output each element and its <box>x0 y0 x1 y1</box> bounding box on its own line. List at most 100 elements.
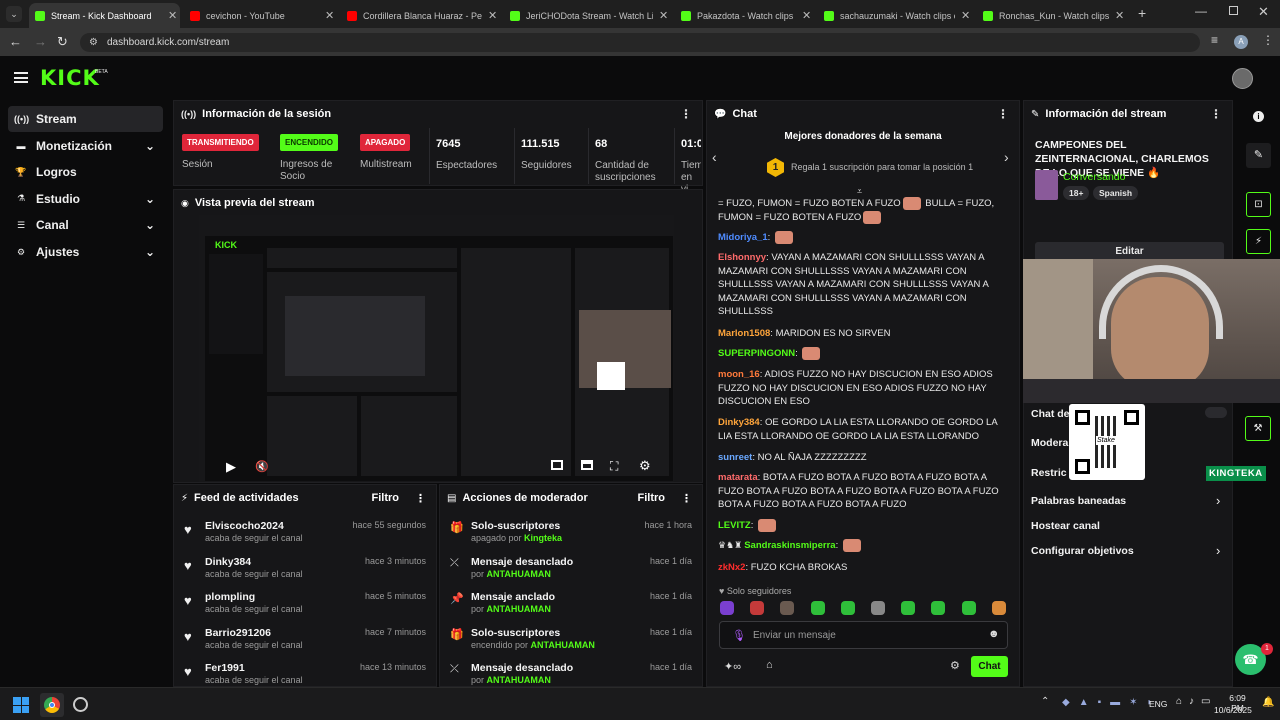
chat-badges-icon[interactable]: ✦∞ <box>724 660 741 673</box>
quick-emote-icon[interactable] <box>780 601 795 615</box>
donors-next-button[interactable]: › <box>1004 149 1009 165</box>
url-field[interactable]: ⚙ dashboard.kick.com/stream <box>80 33 1200 52</box>
tab-close-icon[interactable]: ✕ <box>1115 9 1127 22</box>
chat-message[interactable]: matarata: BOTA A FUZO BOTA A FUZO BOTA A… <box>718 471 1008 512</box>
feed-row[interactable]: ♥ Elviscocho2024 acaba de seguir el canal h… <box>180 520 432 556</box>
settings-gear-icon[interactable]: ⚙ <box>639 458 651 474</box>
sidebar-item-ajustes[interactable]: ⚙ Ajustes ⌄ <box>8 239 163 265</box>
tab-search-button[interactable]: ⌄ <box>6 6 22 22</box>
wrench-tool-button[interactable]: ⚒ <box>1245 416 1271 441</box>
chat-message[interactable]: LEVITZ: <box>718 519 1008 533</box>
sidebar-item-logros[interactable]: 🏆 Logros <box>8 159 163 185</box>
chat-username[interactable]: Marlon1508 <box>718 328 770 339</box>
toggle-icon[interactable] <box>1205 407 1227 418</box>
stream-option-1[interactable]: Modera <box>1031 437 1068 449</box>
tab-close-icon[interactable]: ✕ <box>325 9 337 22</box>
mod-action-row[interactable]: 🎁 Solo-suscriptores apagado por Kingteka ha… <box>446 520 698 556</box>
browser-tab[interactable]: sachauzumaki - Watch clips on ✕ <box>818 3 973 28</box>
minimize-button[interactable]: — <box>1195 4 1207 18</box>
quick-emote-icon[interactable] <box>871 601 885 615</box>
stream-option-0[interactable]: Chat de <box>1031 408 1070 420</box>
quick-emote-icon[interactable] <box>810 601 825 615</box>
restore-button[interactable] <box>1229 6 1238 15</box>
hamburger-menu-icon[interactable] <box>14 72 28 83</box>
chat-message[interactable]: sunreet: NO AL ÑAJA ZZZZZZZZZ <box>718 451 1008 465</box>
user-avatar[interactable] <box>1232 68 1253 89</box>
quick-emote-icon[interactable] <box>840 601 855 615</box>
pip-icon[interactable] <box>551 460 563 470</box>
mic-icon[interactable]: 🎙 <box>732 629 746 642</box>
theater-icon[interactable] <box>581 460 593 470</box>
moderator-name[interactable]: ANTAHUAMAN <box>487 569 551 579</box>
chat-username[interactable]: Midoriya_1 <box>718 232 768 243</box>
moderator-name[interactable]: ANTAHUAMAN <box>487 675 551 685</box>
close-window-button[interactable]: ✕ <box>1258 4 1269 20</box>
moderator-name[interactable]: Kingteka <box>524 533 562 543</box>
chat-username[interactable]: SUPERPINGONN <box>718 348 795 359</box>
browser-tab[interactable]: Stream - Kick Dashboard ✕ <box>29 3 180 28</box>
chat-message[interactable]: Midoriya_1: <box>718 231 1008 245</box>
tab-close-icon[interactable]: ✕ <box>802 9 814 22</box>
browser-tab[interactable]: Cordillera Blanca Huaraz - Perú ✕ <box>341 3 500 28</box>
tab-close-icon[interactable]: ✕ <box>168 9 180 22</box>
profile-avatar[interactable]: A <box>1234 35 1248 49</box>
moderator-name[interactable]: ANTAHUAMAN <box>531 640 595 650</box>
feed-row[interactable]: ♥ Dinky384 acaba de seguir el canal hace 3 … <box>180 556 432 592</box>
play-button[interactable]: ▶ <box>226 459 236 475</box>
chat-username[interactable]: moon_16 <box>718 369 760 380</box>
menu-kebab-icon[interactable]: ⋮ <box>1262 33 1274 47</box>
stream-option-2[interactable]: Restric <box>1031 467 1067 479</box>
chat-message[interactable]: Elshonnyy: VAYAN A MAZAMARI CON SHULLLSS… <box>718 251 1008 319</box>
tab-close-icon[interactable]: ✕ <box>488 9 500 22</box>
kick-logo[interactable]: KICK <box>40 66 100 90</box>
mod-action-row[interactable]: ⤫ Mensaje desanclado por ANTAHUAMAN hace 1 … <box>446 556 698 592</box>
chat-username[interactable]: Sandraskinsmiperra <box>744 540 835 551</box>
gift-icon[interactable]: ⌂ <box>766 659 773 671</box>
tray-app-icons[interactable]: ◆▲▪▬✶◗ <box>1062 697 1162 708</box>
stream-option-4[interactable]: Hostear canal <box>1031 520 1100 532</box>
chat-input[interactable]: 🎙 Enviar un mensaje ☻ <box>719 621 1008 649</box>
forward-icon[interactable]: → <box>34 34 47 49</box>
chat-menu-icon[interactable]: ⋮ <box>997 107 1009 121</box>
chrome-taskbar-icon[interactable] <box>40 693 64 717</box>
tab-close-icon[interactable]: ✕ <box>659 9 671 22</box>
sidebar-item-canal[interactable]: ☰ Canal ⌄ <box>8 212 163 238</box>
mute-icon[interactable]: 🔇 <box>255 460 269 473</box>
feed-row[interactable]: ♥ Barrio291206 acaba de seguir el canal hac… <box>180 627 432 663</box>
chat-message[interactable]: ♛♞♜ Sandraskinsmiperra: <box>718 539 1008 553</box>
new-tab-button[interactable]: + <box>1138 5 1146 21</box>
browser-tab[interactable]: Ronchas_Kun - Watch clips on ✕ <box>977 3 1127 28</box>
windows-start-icon[interactable] <box>13 697 29 713</box>
browser-tab[interactable]: JeriCHODota Stream - Watch Li ✕ <box>504 3 671 28</box>
chat-message[interactable]: SUPERPINGONN: <box>718 347 1008 361</box>
stream-option-3[interactable]: Palabras baneadas <box>1031 495 1126 507</box>
tab-close-icon[interactable]: ✕ <box>961 9 973 22</box>
chat-username[interactable]: matarata <box>718 472 758 483</box>
stream-info-menu-icon[interactable]: ⋮ <box>1210 107 1222 121</box>
sidebar-item-monetización[interactable]: ▬ Monetización ⌄ <box>8 133 163 159</box>
quick-emote-icon[interactable] <box>991 601 1006 615</box>
browser-tab[interactable]: Pakazdota - Watch clips on Kick ✕ <box>675 3 814 28</box>
chat-username[interactable]: Elshonnyy <box>718 252 766 263</box>
feed-row[interactable]: ♥ plompling acaba de seguir el canal hace 5… <box>180 591 432 627</box>
mod-action-row[interactable]: 📌 Mensaje anclado por ANTAHUAMAN hace 1 día <box>446 591 698 627</box>
browser-tab[interactable]: cevichon - YouTube ✕ <box>184 3 337 28</box>
chat-message[interactable]: Dinky384: OE GORDO LA LIA ESTA LLORANDO … <box>718 416 1008 443</box>
chat-message[interactable]: = FUZO, FUMON = FUZO BOTEN A FUZO BULLA … <box>718 197 1008 224</box>
lightning-tool-button[interactable]: ⚡ <box>1246 229 1271 254</box>
network-volume-battery-icons[interactable]: ⌂♪▭ <box>1176 696 1218 707</box>
mod-filter-button[interactable]: Filtro <box>638 492 666 504</box>
feed-filter-button[interactable]: Filtro <box>372 492 400 504</box>
obs-taskbar-icon[interactable] <box>73 697 88 712</box>
chat-send-button[interactable]: Chat <box>971 656 1008 677</box>
donors-prev-button[interactable]: ‹ <box>712 149 717 165</box>
chat-message[interactable]: zkNx2: FUZO KCHA BROKAS <box>718 561 1008 575</box>
quick-emote-icon[interactable] <box>961 601 976 615</box>
back-icon[interactable]: ← <box>9 34 22 49</box>
scroll-down-icon[interactable]: ⩡ <box>857 186 862 197</box>
mod-menu-icon[interactable]: ⋮ <box>681 492 692 505</box>
tray-chevron-icon[interactable]: ⌃ <box>1041 696 1049 707</box>
reload-icon[interactable]: ↻ <box>57 34 68 50</box>
info-icon[interactable]: i <box>1253 111 1264 122</box>
fullscreen-icon[interactable]: ⛶ <box>610 459 618 474</box>
